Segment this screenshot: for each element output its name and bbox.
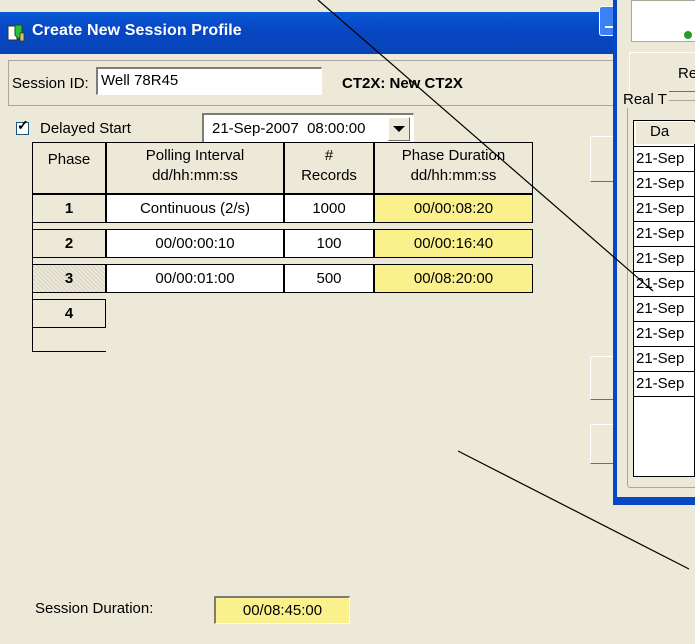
callout-lines — [317, 0, 690, 570]
callout-line — [457, 450, 690, 570]
callout-line — [317, 0, 654, 292]
